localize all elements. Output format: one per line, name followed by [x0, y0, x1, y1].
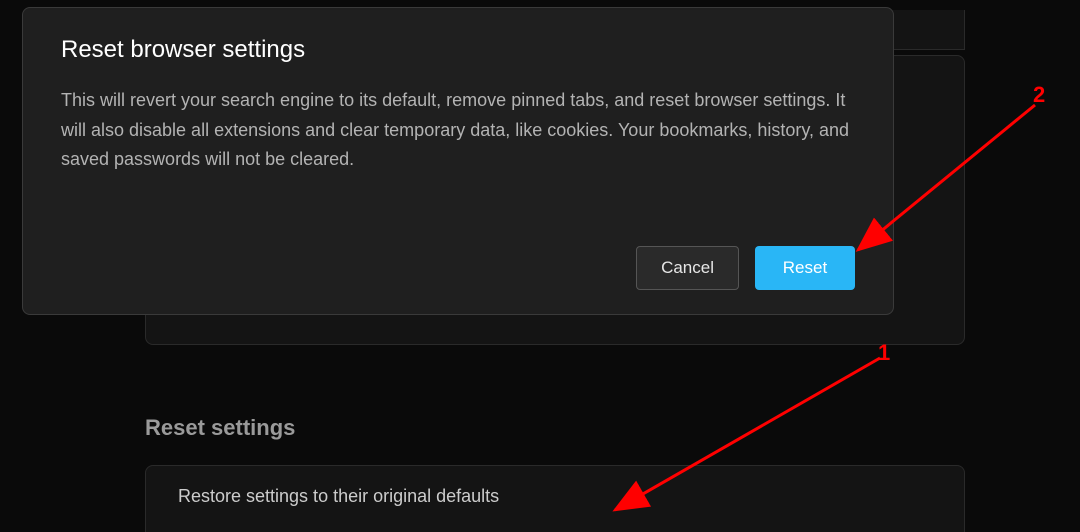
reset-button[interactable]: Reset	[755, 246, 855, 290]
setting-row-restore-defaults[interactable]: Restore settings to their original defau…	[145, 465, 965, 532]
reset-browser-settings-dialog: Reset browser settings This will revert …	[22, 7, 894, 315]
dialog-body-text: This will revert your search engine to i…	[61, 86, 855, 175]
annotation-label-1: 1	[878, 340, 890, 366]
dialog-title: Reset browser settings	[61, 36, 855, 64]
dialog-action-row: Cancel Reset	[636, 246, 855, 290]
annotation-label-2: 2	[1033, 82, 1045, 108]
section-header-reset-settings: Reset settings	[145, 415, 295, 441]
cancel-button[interactable]: Cancel	[636, 246, 739, 290]
setting-row-label: Restore settings to their original defau…	[178, 486, 499, 506]
